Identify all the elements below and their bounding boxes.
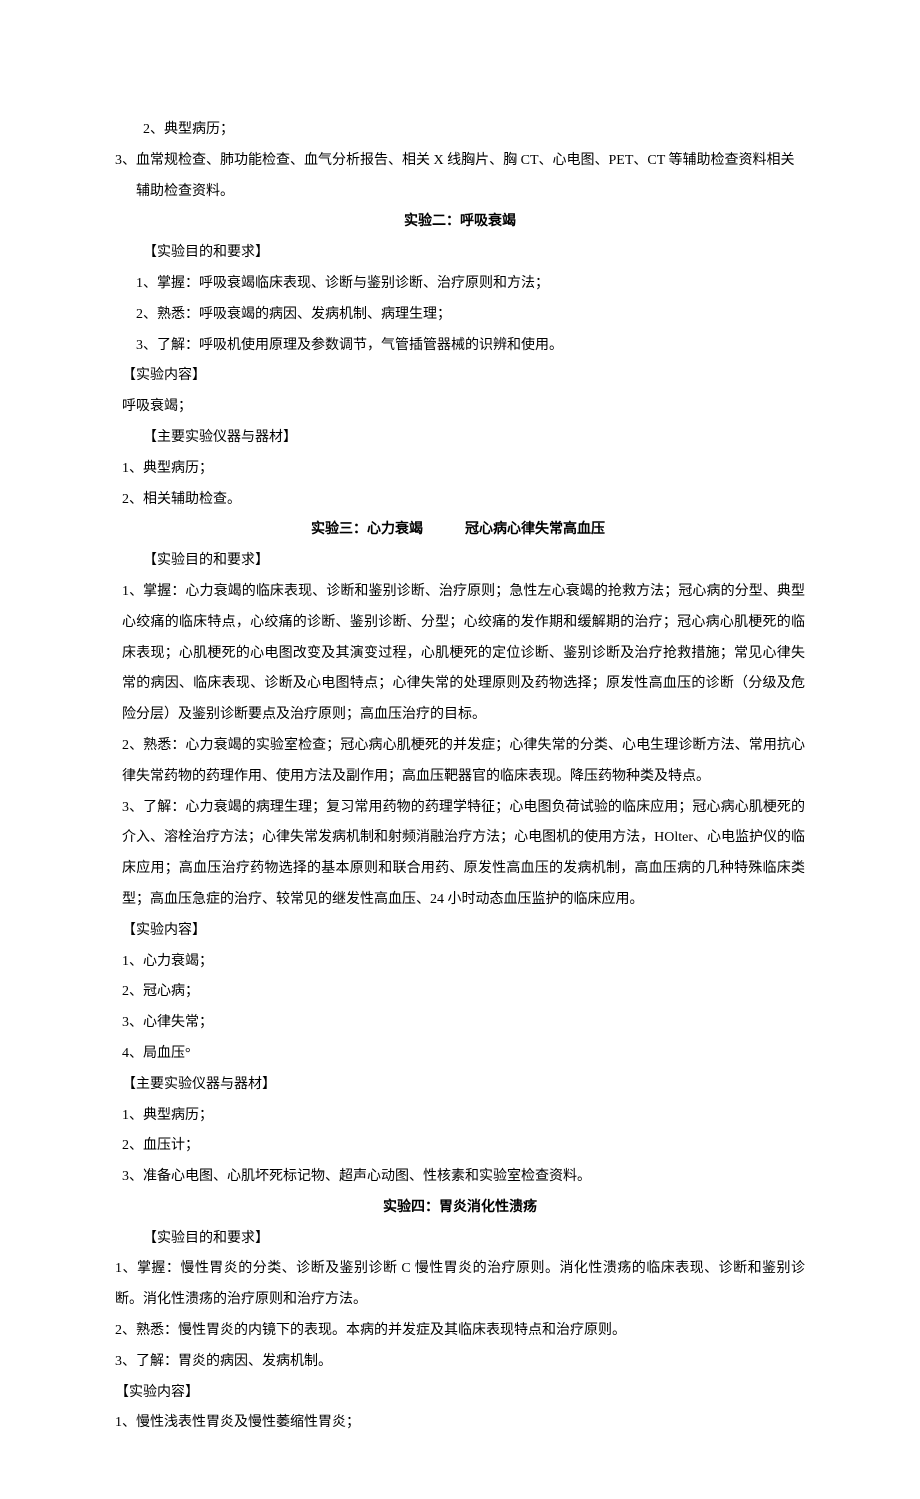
section-label: 【主要实验仪器与器材】 (115, 1070, 805, 1101)
line-item: 2、熟悉：呼吸衰竭的病因、发病机制、病理生理； (115, 300, 805, 331)
section-label: 【实验内容】 (115, 916, 805, 947)
line-item: 3、了解：胃炎的病因、发病机制。 (115, 1347, 805, 1378)
line-item: 4、局血压° (115, 1039, 805, 1070)
line-item: 3、血常规检查、肺功能检查、血气分析报告、相关 X 线胸片、胸 CT、心电图、P… (115, 146, 805, 208)
heading-experiment-4: 实验四：胃炎消化性溃疡 (115, 1193, 805, 1224)
section-label: 【实验目的和要求】 (115, 546, 805, 577)
line-item: 3、心律失常； (115, 1008, 805, 1039)
line-item: 2、典型病历； (115, 115, 805, 146)
heading-part-a: 实验三：心力衰竭 (311, 522, 423, 537)
section-label: 【实验内容】 (115, 361, 805, 392)
line-item: 1、掌握：慢性胃炎的分类、诊断及鉴别诊断 C 慢性胃炎的治疗原则。消化性溃疡的临… (115, 1254, 805, 1316)
heading-experiment-2: 实验二：呼吸衰竭 (115, 207, 805, 238)
line-item: 1、掌握：心力衰竭的临床表现、诊断和鉴别诊断、治疗原则；急性左心衰竭的抢救方法；… (115, 577, 805, 731)
heading-part-b: 冠心病心律失常高血压 (465, 522, 605, 537)
line-item: 2、冠心病； (115, 977, 805, 1008)
line-item: 2、熟悉：慢性胃炎的内镜下的表现。本病的并发症及其临床表现特点和治疗原则。 (115, 1316, 805, 1347)
line-item: 呼吸衰竭； (115, 392, 805, 423)
line-item: 2、熟悉：心力衰竭的实验室检查；冠心病心肌梗死的并发症；心律失常的分类、心电生理… (115, 731, 805, 793)
line-item: 1、典型病历； (115, 454, 805, 485)
line-item: 1、典型病历； (115, 1101, 805, 1132)
line-item: 1、掌握：呼吸衰竭临床表现、诊断与鉴别诊断、治疗原则和方法； (115, 269, 805, 300)
heading-experiment-3: 实验三：心力衰竭 冠心病心律失常高血压 (115, 515, 805, 546)
line-item: 1、心力衰竭； (115, 947, 805, 978)
line-item: 2、相关辅助检查。 (115, 485, 805, 516)
section-label: 【主要实验仪器与器材】 (115, 423, 805, 454)
line-item: 1、慢性浅表性胃炎及慢性萎缩性胃炎； (115, 1408, 805, 1439)
line-item: 3、准备心电图、心肌坏死标记物、超声心动图、性核素和实验室检查资料。 (115, 1162, 805, 1193)
section-label: 【实验目的和要求】 (115, 1224, 805, 1255)
line-item: 3、了解：呼吸机使用原理及参数调节，气管插管器械的识辨和使用。 (115, 331, 805, 362)
line-item: 2、血压计； (115, 1131, 805, 1162)
section-label: 【实验目的和要求】 (115, 238, 805, 269)
section-label: 【实验内容】 (115, 1378, 805, 1409)
line-item: 3、了解：心力衰竭的病理生理；复习常用药物的药理学特征；心电图负荷试验的临床应用… (115, 793, 805, 916)
